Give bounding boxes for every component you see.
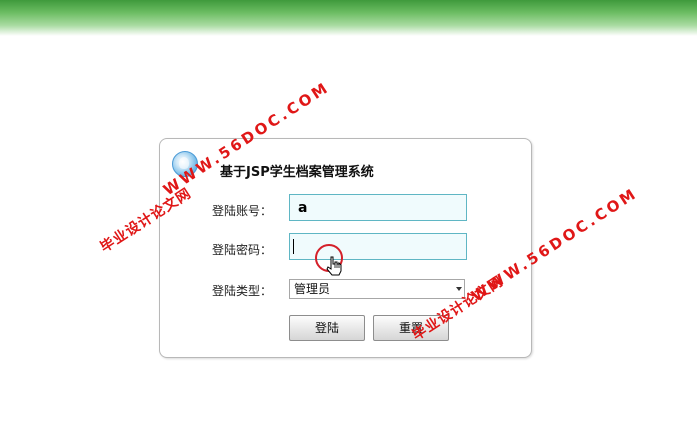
account-label: 登陆账号：	[212, 204, 273, 218]
hand-pointer-icon	[326, 256, 342, 276]
account-input[interactable]	[289, 194, 467, 221]
system-title: 基于JSP学生档案管理系统	[220, 165, 374, 180]
header-gradient-band	[0, 0, 697, 36]
login-type-select[interactable]: 管理员	[289, 279, 465, 299]
login-type-selected-value: 管理员	[294, 282, 331, 296]
text-caret	[293, 239, 294, 254]
login-button[interactable]: 登陆	[289, 315, 365, 341]
password-label: 登陆密码：	[212, 243, 273, 257]
login-type-label: 登陆类型：	[212, 284, 273, 298]
chevron-down-icon[interactable]	[456, 287, 462, 291]
login-panel: 基于JSP学生档案管理系统 登陆账号： 登陆密码： 登陆类型： 管理员 登陆 重…	[159, 138, 532, 358]
